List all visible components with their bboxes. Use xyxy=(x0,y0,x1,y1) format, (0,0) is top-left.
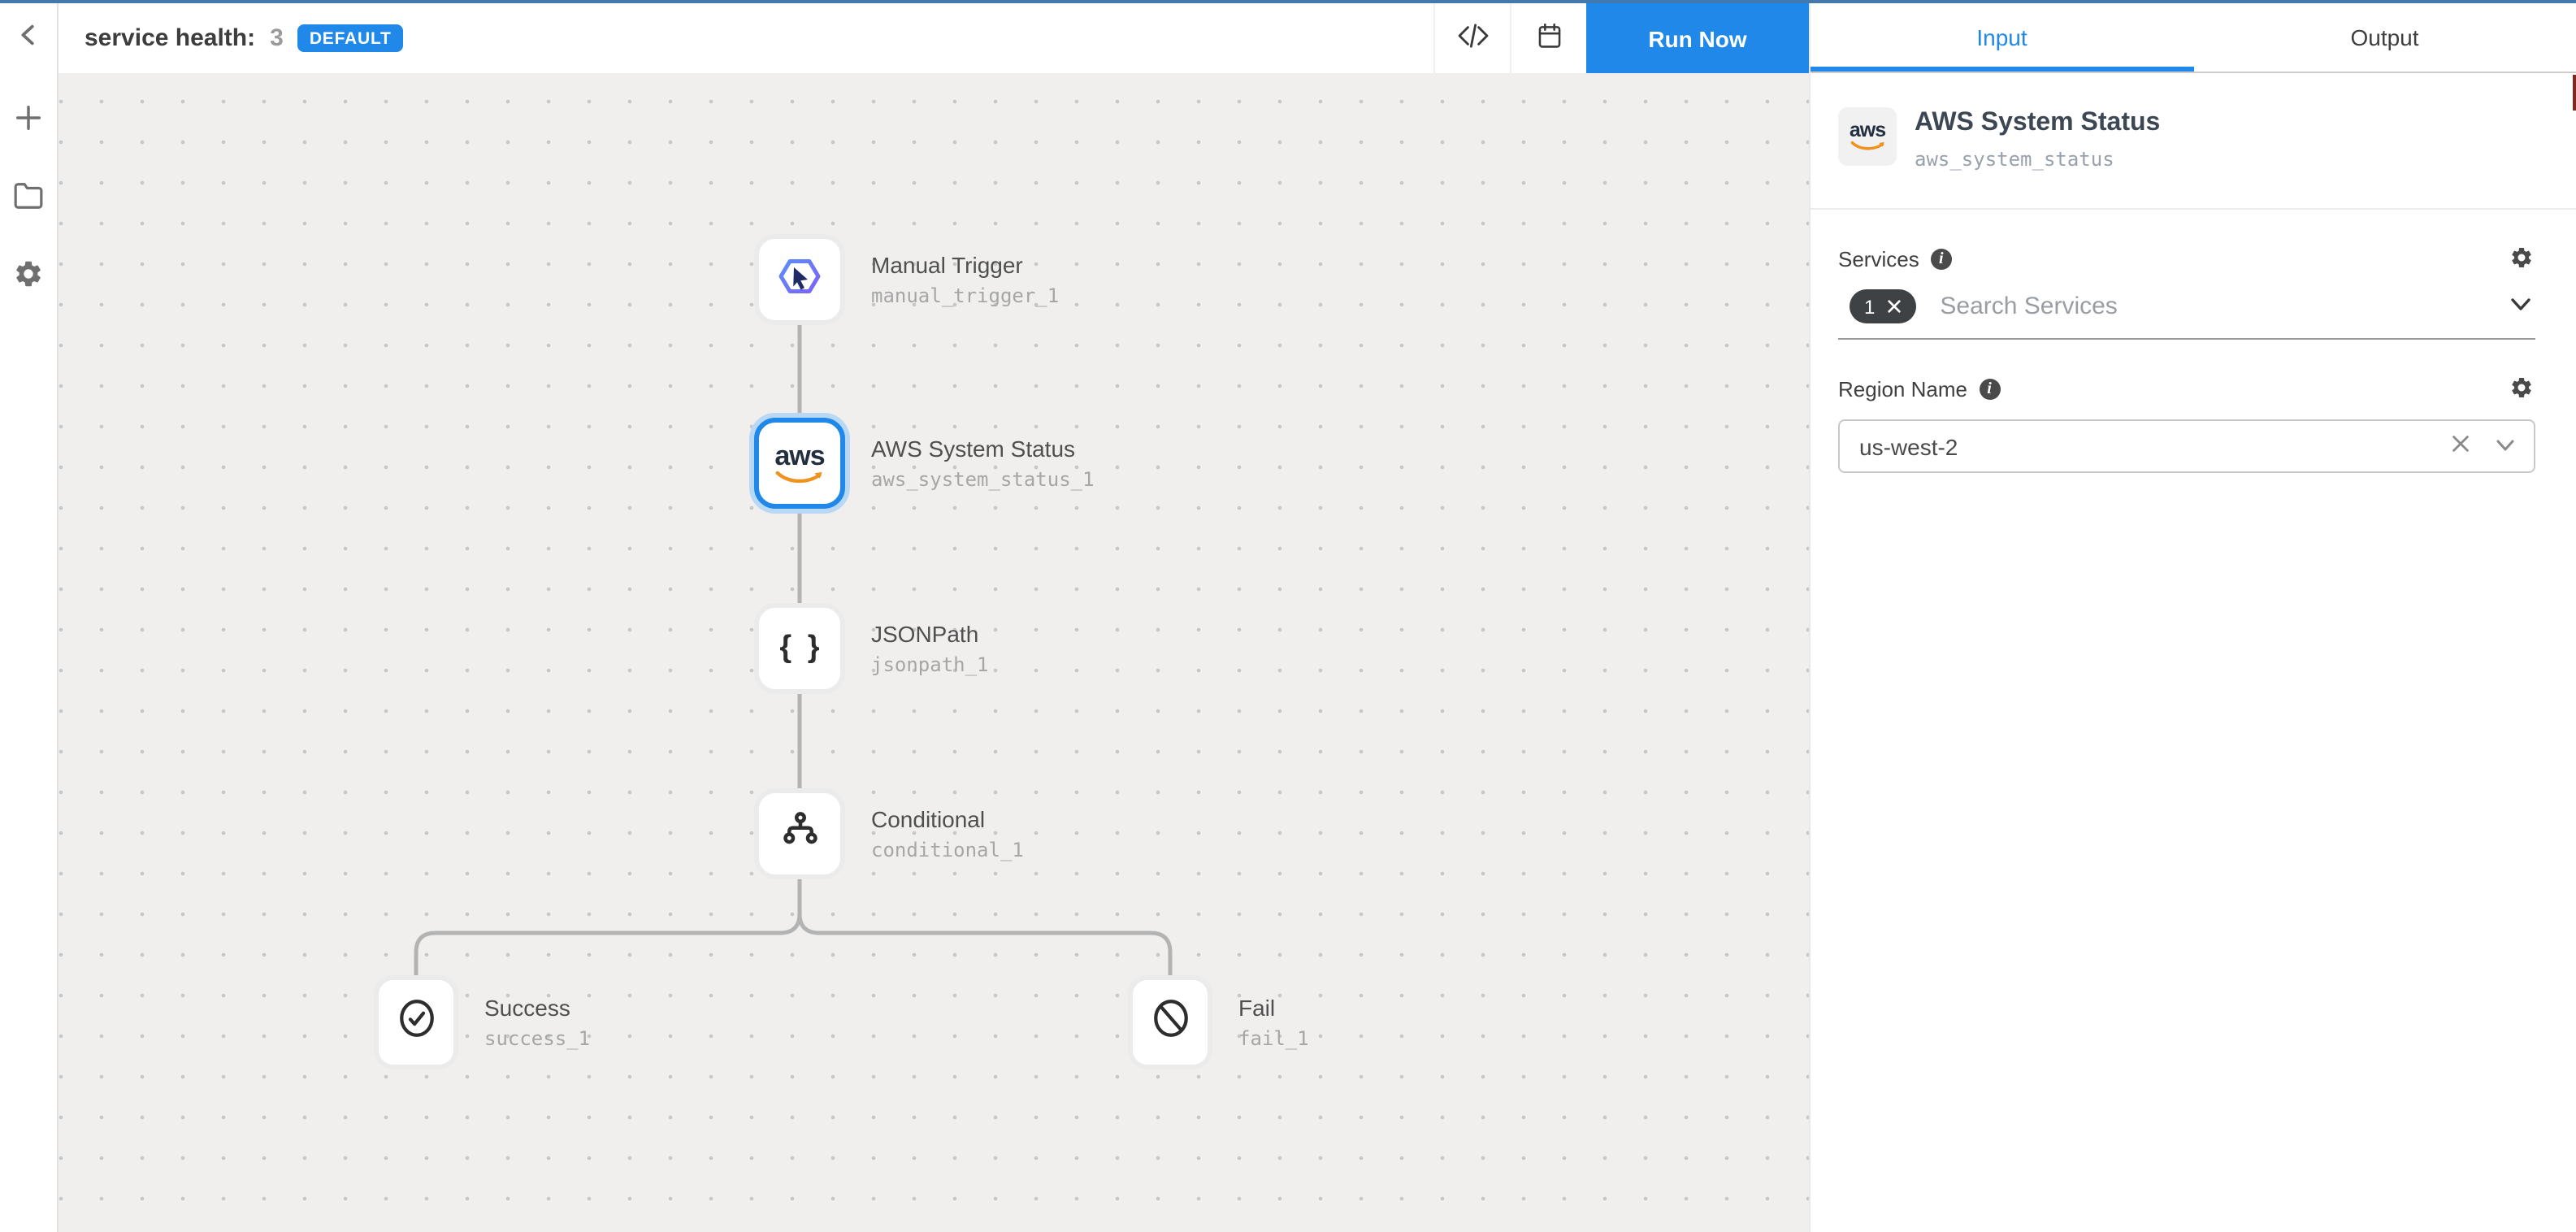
workflow-title: service health: xyxy=(85,24,255,52)
ban-circle-icon xyxy=(1148,995,1192,1050)
node-aws-system-status: aws AWS System Status aws_system_status_… xyxy=(754,418,1095,509)
chip-count: 1 xyxy=(1864,295,1875,318)
chevron-down-icon[interactable] xyxy=(2509,292,2532,321)
node-title: Fail xyxy=(1238,995,1309,1021)
node-id: fail_1 xyxy=(1238,1027,1309,1050)
node-aws-system-status-box[interactable]: aws xyxy=(754,418,845,509)
node-conditional: Conditional conditional_1 xyxy=(754,788,1024,879)
panel-tabs: Input Output xyxy=(1811,3,2576,73)
code-icon xyxy=(1455,23,1490,54)
panel-title: AWS System Status xyxy=(1915,109,2160,138)
selected-services-chip: 1 xyxy=(1850,289,1915,323)
services-settings-button[interactable] xyxy=(2508,245,2535,273)
services-label-row: Services i xyxy=(1838,245,2535,273)
code-view-button[interactable] xyxy=(1433,3,1510,73)
node-title: Conditional xyxy=(871,806,1024,832)
tab-output[interactable]: Output xyxy=(2193,3,2576,72)
services-multiselect[interactable]: 1 xyxy=(1838,289,2535,340)
node-jsonpath-box[interactable]: { } xyxy=(754,603,845,694)
node-conditional-labels: Conditional conditional_1 xyxy=(871,806,1024,861)
scrollbar-thumb[interactable] xyxy=(2572,75,2576,111)
node-manual-trigger-box[interactable] xyxy=(754,234,845,325)
region-combo-actions xyxy=(2451,434,2516,458)
node-success-box[interactable] xyxy=(374,975,458,1069)
node-id: jsonpath_1 xyxy=(871,653,989,676)
workflow-run-count: 3 xyxy=(270,24,284,52)
node-success: Success success_1 xyxy=(374,975,590,1069)
services-field: Services i 1 xyxy=(1838,245,2535,340)
workflow-title-area: service health: 3 DEFAULT xyxy=(59,3,403,73)
region-field: Region Name i xyxy=(1838,375,2535,473)
node-id: conditional_1 xyxy=(871,839,1024,861)
curly-braces-icon: { } xyxy=(774,631,824,666)
node-title: JSONPath xyxy=(871,621,989,647)
node-manual-trigger: Manual Trigger manual_trigger_1 xyxy=(754,234,1059,325)
info-icon[interactable]: i xyxy=(1931,249,1952,270)
workflow-editor: service health: 3 DEFAULT Run Now xyxy=(0,0,2576,1232)
chip-remove-button[interactable] xyxy=(1886,294,1901,319)
plus-icon xyxy=(13,102,44,138)
chevron-down-icon xyxy=(2495,434,2516,458)
gear-icon xyxy=(2509,375,2534,404)
node-jsonpath-labels: JSONPath jsonpath_1 xyxy=(871,621,989,676)
tab-input[interactable]: Input xyxy=(1811,3,2193,72)
services-search-input[interactable] xyxy=(1940,293,2509,320)
node-fail-labels: Fail fail_1 xyxy=(1238,995,1309,1050)
node-manual-trigger-labels: Manual Trigger manual_trigger_1 xyxy=(871,252,1059,307)
node-success-labels: Success success_1 xyxy=(484,995,590,1050)
region-dropdown-button[interactable] xyxy=(2495,434,2516,458)
node-jsonpath: { } JSONPath jsonpath_1 xyxy=(754,603,989,694)
hexagon-cursor-icon xyxy=(775,251,824,308)
branch-icon xyxy=(778,808,822,860)
node-title: AWS System Status xyxy=(871,436,1095,462)
config-panel: Input Output aws AWS System Status aws_s… xyxy=(1809,3,2576,1232)
region-clear-button[interactable] xyxy=(2451,434,2470,458)
aws-app-icon: aws xyxy=(1838,107,1897,166)
region-label-row: Region Name i xyxy=(1838,375,2535,403)
node-id: manual_trigger_1 xyxy=(871,284,1059,307)
chevron-left-icon xyxy=(15,21,42,54)
node-fail-box[interactable] xyxy=(1128,975,1212,1069)
region-combobox[interactable] xyxy=(1838,419,2535,473)
node-id: aws_system_status_1 xyxy=(871,468,1095,491)
panel-header-text: AWS System Status aws_system_status xyxy=(1915,107,2160,171)
panel-fields: Services i 1 xyxy=(1811,245,2576,473)
folders-button[interactable] xyxy=(9,179,48,218)
settings-button[interactable] xyxy=(9,257,48,296)
region-label: Region Name xyxy=(1838,377,1967,401)
aws-logo: aws xyxy=(774,441,826,485)
node-title: Success xyxy=(484,995,590,1021)
folder-icon xyxy=(13,180,44,216)
node-id: success_1 xyxy=(484,1027,590,1050)
node-aws-labels: AWS System Status aws_system_status_1 xyxy=(871,436,1095,491)
region-input[interactable] xyxy=(1859,433,2451,459)
node-conditional-box[interactable] xyxy=(754,788,845,879)
info-icon[interactable]: i xyxy=(1979,379,2000,400)
gear-icon xyxy=(13,258,44,294)
node-title: Manual Trigger xyxy=(871,252,1059,278)
panel-header: aws AWS System Status aws_system_status xyxy=(1811,73,2576,210)
region-settings-button[interactable] xyxy=(2508,375,2535,403)
schedule-button[interactable] xyxy=(1510,3,1586,73)
calendar-icon xyxy=(1535,21,1563,55)
gear-icon xyxy=(2509,245,2534,274)
version-badge: DEFAULT xyxy=(298,24,403,52)
workflow-canvas[interactable]: Manual Trigger manual_trigger_1 aws AWS … xyxy=(59,73,1809,1232)
panel-subtitle: aws_system_status xyxy=(1915,148,2160,171)
aws-logo: aws xyxy=(1849,120,1886,154)
node-fail: Fail fail_1 xyxy=(1128,975,1309,1069)
left-sidebar xyxy=(0,3,59,1232)
header-actions: Run Now xyxy=(1433,3,1809,73)
services-label: Services xyxy=(1838,247,1919,271)
add-node-button[interactable] xyxy=(9,101,48,140)
check-circle-icon xyxy=(394,995,438,1050)
top-accent-bar xyxy=(0,0,2576,3)
back-button[interactable] xyxy=(0,3,57,72)
clear-x-icon xyxy=(2451,434,2470,458)
chip-remove-icon xyxy=(1886,294,1901,319)
header-bar: service health: 3 DEFAULT Run Now xyxy=(59,3,1809,73)
run-now-button[interactable]: Run Now xyxy=(1586,3,1809,73)
